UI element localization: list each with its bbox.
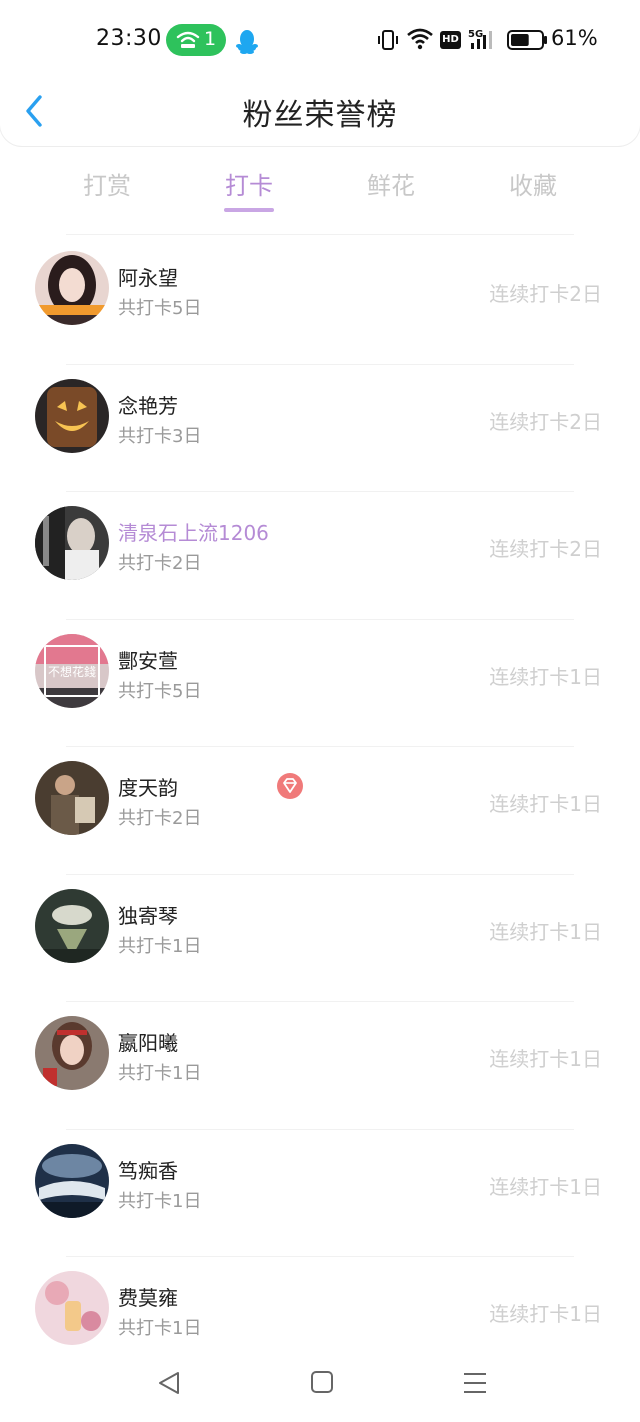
- network-label: 5G: [468, 29, 483, 40]
- list-item[interactable]: 念艳芳 共打卡3日 连续打卡2日: [0, 363, 640, 492]
- avatar[interactable]: [35, 1143, 109, 1218]
- hotspot-indicator: 1: [166, 24, 226, 56]
- fan-streak: 连续打卡2日: [489, 409, 602, 434]
- active-tab-indicator: [224, 208, 274, 212]
- fan-total-checkins: 共打卡2日: [118, 553, 202, 574]
- fan-total-checkins: 共打卡1日: [118, 1190, 202, 1212]
- nav-home-icon[interactable]: [310, 1370, 334, 1394]
- fan-total-checkins: 共打卡2日: [118, 808, 202, 829]
- fan-name: 酆安萱: [118, 648, 178, 673]
- signal-icon: 5G: [468, 29, 492, 49]
- status-time: 23:30: [96, 26, 162, 51]
- fan-total-checkins: 共打卡1日: [118, 1318, 202, 1339]
- battery-icon: [507, 30, 547, 50]
- avatar-caption: 不想花錢: [48, 664, 96, 679]
- list-item[interactable]: 嬴阳曦 共打卡1日 连续打卡1日: [0, 1001, 640, 1129]
- fan-name: 清泉石上流1206: [118, 521, 269, 545]
- list-item[interactable]: 度天韵 共打卡2日 连续打卡1日: [0, 746, 640, 874]
- fan-list: 阿永望 共打卡5日 连续打卡2日 念艳芳 共打卡3日 连续打卡2日 清泉石上流1…: [0, 236, 640, 1384]
- tab-checkin[interactable]: 打卡: [178, 166, 320, 201]
- fan-name: 独寄琴: [118, 903, 178, 928]
- fan-streak: 连续打卡1日: [489, 919, 602, 944]
- fan-name: 笃痴香: [118, 1158, 178, 1183]
- fan-streak: 连续打卡2日: [489, 537, 602, 561]
- tab-favorites[interactable]: 收藏: [462, 166, 604, 201]
- fan-total-checkins: 共打卡5日: [118, 298, 202, 319]
- avatar[interactable]: 不想花錢: [35, 633, 109, 708]
- vibrate-icon: [378, 30, 398, 50]
- avatar[interactable]: [35, 506, 109, 580]
- fan-streak: 连续打卡1日: [489, 664, 602, 689]
- wifi-icon: [407, 28, 433, 50]
- fan-total-checkins: 共打卡1日: [118, 935, 202, 957]
- avatar[interactable]: [35, 378, 109, 453]
- fan-name: 嬴阳曦: [118, 1031, 178, 1055]
- fan-name: 阿永望: [118, 266, 178, 290]
- avatar[interactable]: [35, 761, 109, 835]
- page-title: 粉丝荣誉榜: [242, 98, 398, 133]
- nav-menu-icon[interactable]: [462, 1370, 488, 1396]
- tab-reward[interactable]: 打赏: [36, 166, 178, 201]
- avatar[interactable]: [35, 1016, 109, 1090]
- battery-percent: 61%: [551, 26, 598, 50]
- fan-streak: 连续打卡2日: [489, 282, 602, 306]
- fan-streak: 连续打卡1日: [489, 1174, 602, 1199]
- list-item[interactable]: 笃痴香 共打卡1日 连续打卡1日: [0, 1128, 640, 1257]
- fan-total-checkins: 共打卡1日: [118, 1063, 202, 1084]
- list-item[interactable]: 独寄琴 共打卡1日 连续打卡1日: [0, 873, 640, 1002]
- hotspot-count: 1: [204, 28, 217, 50]
- list-item[interactable]: 阿永望 共打卡5日 连续打卡2日: [0, 236, 640, 364]
- list-item[interactable]: 清泉石上流1206 共打卡2日 连续打卡2日: [0, 491, 640, 799]
- status-bar: 23:30 1 HD 5G 61%: [0, 0, 640, 80]
- tabs-divider: [66, 234, 574, 235]
- fan-total-checkins: 共打卡3日: [118, 425, 202, 447]
- system-nav-bar: [0, 1352, 640, 1422]
- nav-back-icon[interactable]: [156, 1370, 182, 1396]
- tab-bar: 打赏 打卡 鲜花 收藏: [0, 162, 640, 235]
- fan-total-checkins: 共打卡5日: [118, 680, 202, 702]
- avatar[interactable]: [35, 888, 109, 963]
- hotspot-icon: [176, 31, 200, 48]
- tab-flowers[interactable]: 鲜花: [320, 166, 462, 201]
- fan-streak: 连续打卡1日: [489, 1302, 602, 1326]
- fan-streak: 连续打卡1日: [489, 792, 602, 816]
- avatar[interactable]: [35, 251, 109, 325]
- fan-streak: 连续打卡1日: [489, 1047, 602, 1071]
- hd-icon: HD: [440, 31, 461, 49]
- avatar[interactable]: [35, 1271, 109, 1345]
- fan-name: 念艳芳: [118, 393, 178, 418]
- fan-name: 费莫雍: [118, 1286, 178, 1310]
- header: 23:30 1 HD 5G 61% 粉丝荣誉榜: [0, 0, 640, 146]
- qq-icon: [236, 30, 258, 54]
- fan-name: 度天韵: [118, 776, 178, 800]
- list-item[interactable]: 不想花錢 酆安萱 共打卡5日 连续打卡1日: [0, 618, 640, 747]
